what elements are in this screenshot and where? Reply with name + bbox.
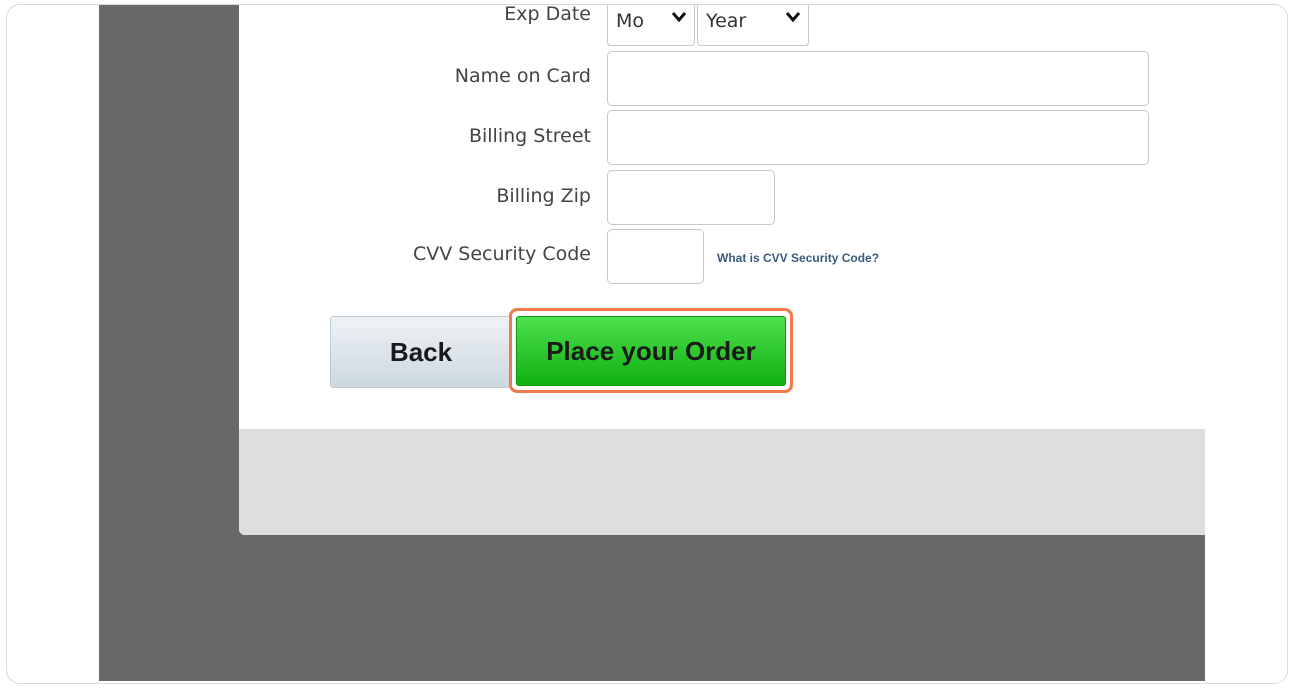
- chevron-down-icon: [785, 10, 801, 26]
- exp-date-label: Exp Date: [504, 5, 591, 25]
- cvv-label: CVV Security Code: [412, 243, 591, 265]
- billing-street-input[interactable]: [607, 110, 1149, 165]
- cvv-input[interactable]: [607, 229, 704, 284]
- exp-month-select[interactable]: Mo: [607, 5, 695, 46]
- screenshot-frame: Exp Date Mo Year Name on Card Billing St…: [6, 4, 1288, 684]
- back-button[interactable]: Back: [330, 316, 512, 388]
- name-on-card-label: Name on Card: [454, 65, 591, 87]
- place-order-button[interactable]: Place your Order: [516, 316, 786, 386]
- billing-street-label: Billing Street: [468, 125, 591, 147]
- card-footer: [239, 429, 1205, 535]
- cvv-help-link[interactable]: What is CVV Security Code?: [717, 251, 879, 265]
- billing-zip-label: Billing Zip: [496, 185, 591, 207]
- exp-year-value: Year: [706, 9, 747, 32]
- billing-zip-input[interactable]: [607, 170, 775, 225]
- chevron-down-icon: [671, 10, 687, 26]
- page-backdrop: Exp Date Mo Year Name on Card Billing St…: [99, 5, 1205, 681]
- exp-month-value: Mo: [616, 9, 645, 32]
- exp-year-select[interactable]: Year: [697, 5, 809, 46]
- checkout-card: Exp Date Mo Year Name on Card Billing St…: [239, 5, 1205, 535]
- name-on-card-input[interactable]: [607, 51, 1149, 106]
